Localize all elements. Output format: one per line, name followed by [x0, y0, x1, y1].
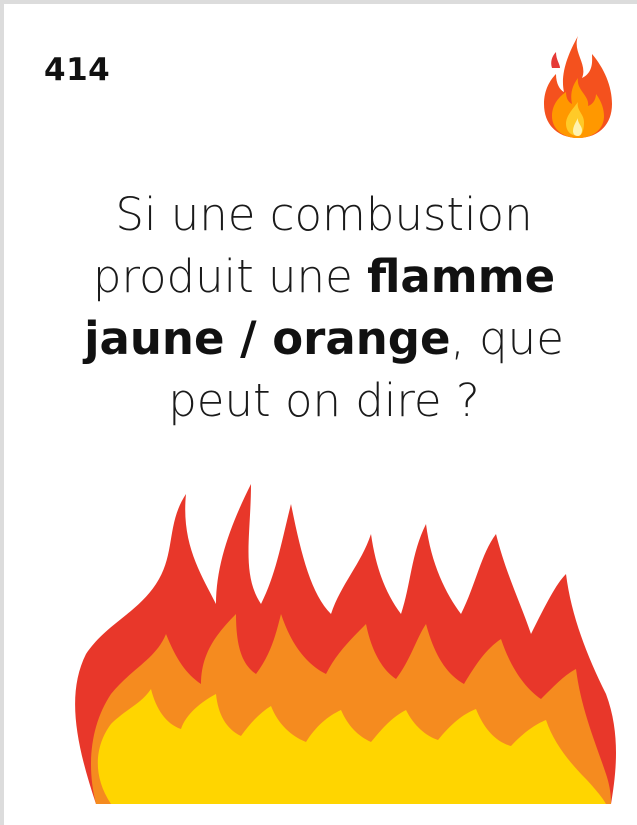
card-number: 414: [44, 52, 111, 88]
question-line-1: Si une combustion: [115, 188, 533, 241]
question-line-4: peut on dire ?: [168, 374, 480, 427]
flashcard: 414 Si une combustion produit une flamme…: [4, 4, 637, 825]
question-line-2-text: produit une: [92, 250, 353, 303]
question-text: Si une combustion produit une flamme jau…: [24, 184, 624, 432]
question-keyword-flamme: flamme: [367, 250, 556, 303]
question-line-3-text: , que: [450, 312, 564, 365]
flames-illustration-icon: [75, 484, 617, 804]
fire-emoji-icon: [544, 36, 612, 138]
question-line-2: produit une flamme: [24, 246, 624, 308]
question-line-3: jaune / orange, que: [24, 308, 624, 370]
question-keyword-color: jaune / orange: [84, 312, 451, 365]
